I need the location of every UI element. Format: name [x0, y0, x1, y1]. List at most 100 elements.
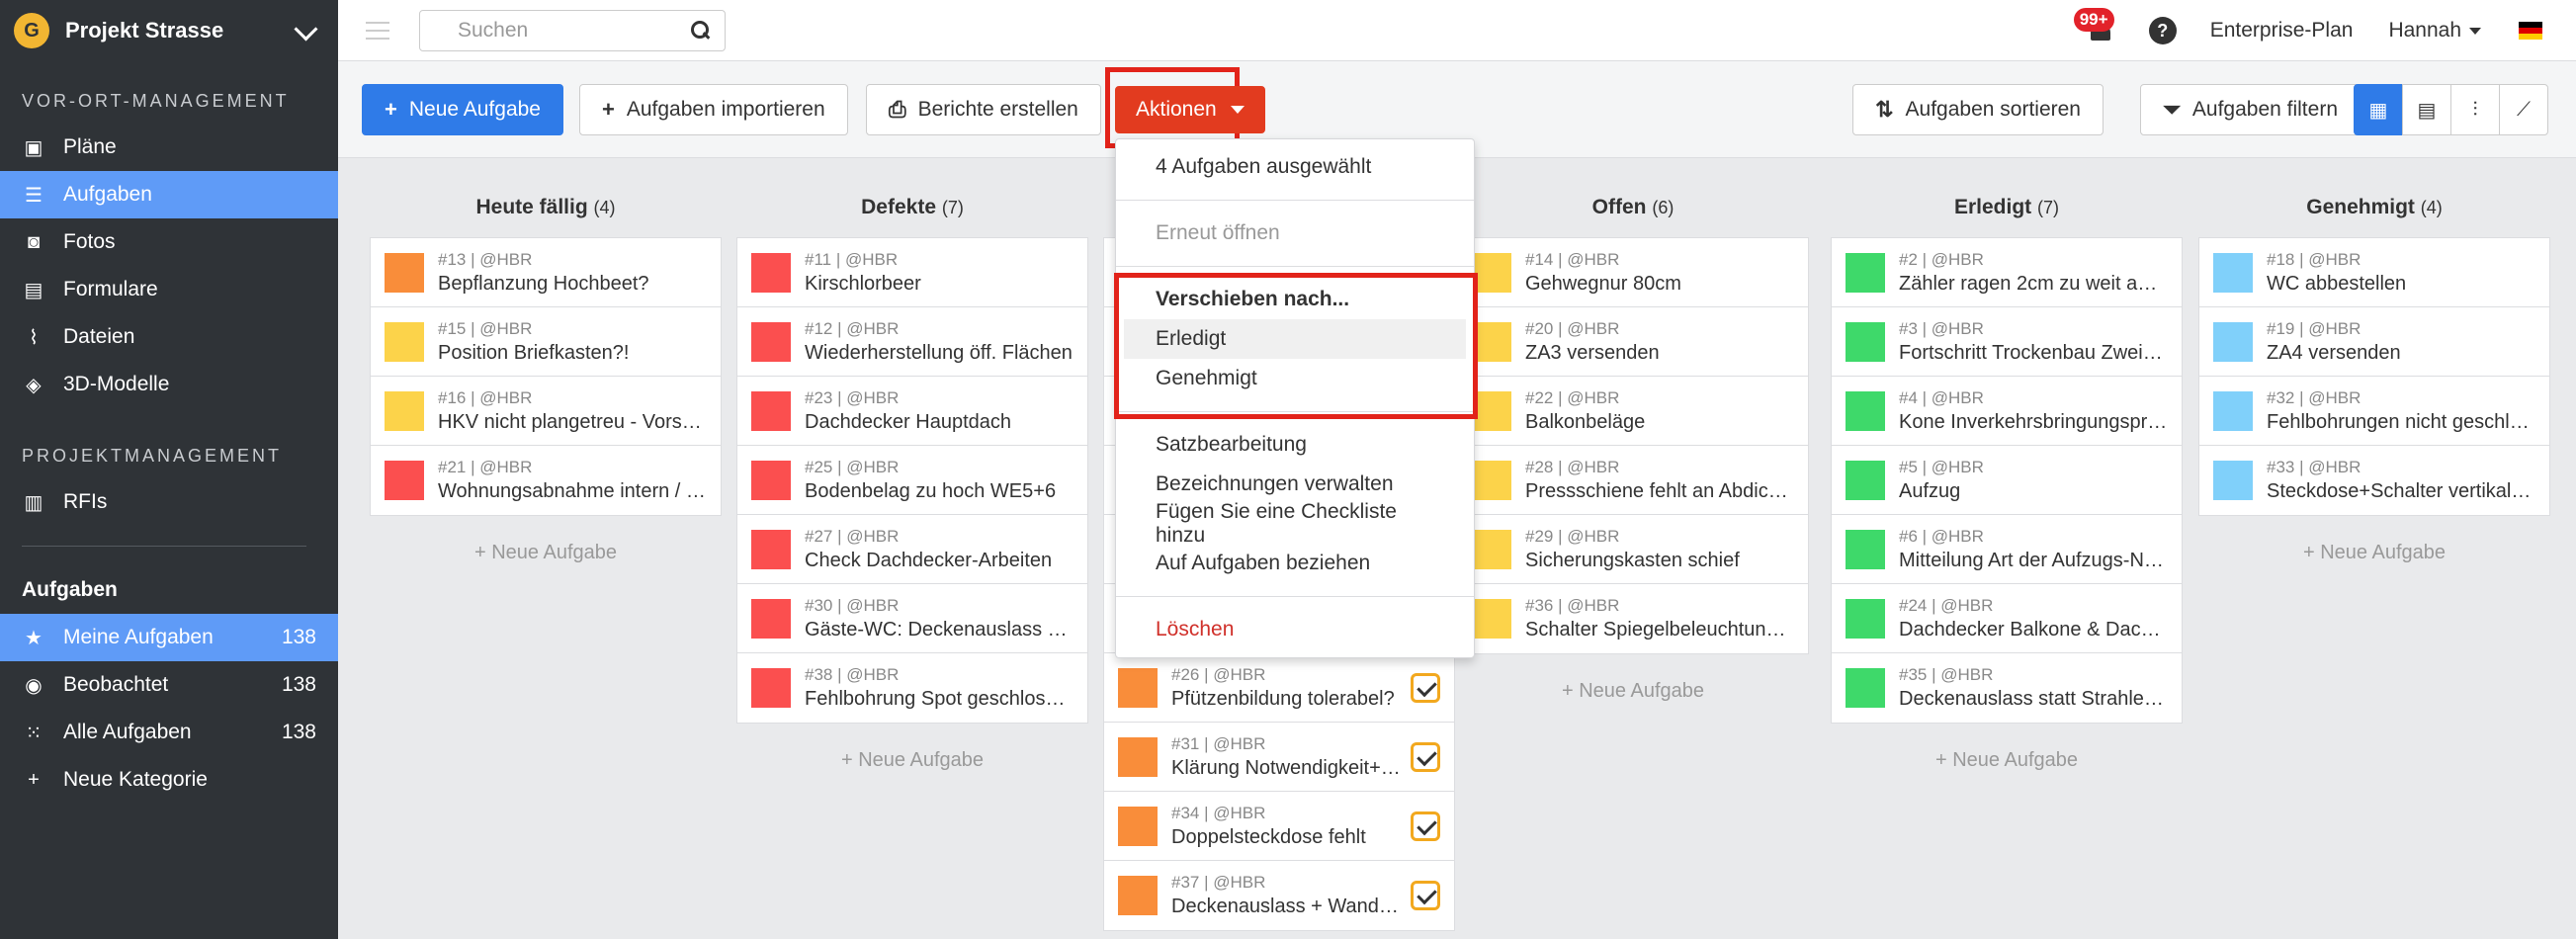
- task-card[interactable]: #15 | @HBR Position Briefkasten?!: [371, 307, 721, 377]
- create-reports-label: Berichte erstellen: [917, 98, 1078, 121]
- card-text: #6 | @HBR Mitteilung Art der Aufzugs-Notr…: [1899, 527, 2168, 572]
- sidebar-task-list: ★ Meine Aufgaben 138 ◉ Beobachtet 138 ⁙ Alle Au…: [0, 614, 338, 804]
- task-card[interactable]: #4 | @HBR Kone Inverkehrsbringungsprüfung: [1832, 377, 2182, 446]
- task-card[interactable]: #13 | @HBR Bepflanzung Hochbeet?: [371, 238, 721, 307]
- user-menu[interactable]: Hannah: [2388, 19, 2481, 43]
- card-title: Klärung Notwendigkeit+Pos: [1171, 756, 1403, 779]
- help-icon[interactable]: ?: [2148, 17, 2177, 44]
- task-card[interactable]: #34 | @HBR Doppelsteckdose fehlt: [1104, 792, 1454, 861]
- sidebar-item-alle-aufgaben[interactable]: ⁙ Alle Aufgaben 138: [0, 709, 338, 756]
- card-meta: #38 | @HBR: [805, 665, 900, 684]
- chart-view-icon[interactable]: ⟋: [2499, 84, 2548, 135]
- task-card[interactable]: #24 | @HBR Dachdecker Balkone & Dachterra…: [1832, 584, 2182, 653]
- task-card[interactable]: #12 | @HBR Wiederherstellung öff. Flächen: [737, 307, 1087, 377]
- actions-button[interactable]: Aktionen: [1115, 86, 1265, 133]
- create-reports-button[interactable]: ⎙ Berichte erstellen: [866, 84, 1101, 135]
- task-card[interactable]: #19 | @HBR ZA4 versenden: [2199, 307, 2549, 377]
- card-text: #31 | @HBR Klärung Notwendigkeit+Pos: [1171, 734, 1403, 780]
- search-icon[interactable]: [691, 20, 711, 41]
- new-task-link[interactable]: + Neue Aufgabe: [2198, 542, 2550, 564]
- gantt-view-icon[interactable]: ⫶: [2450, 84, 2500, 135]
- menu-item-löschen[interactable]: Löschen: [1116, 610, 1474, 649]
- project-switcher[interactable]: G Projekt Strasse: [0, 0, 338, 61]
- sidebar-item-aufgaben[interactable]: ☰ Aufgaben: [0, 171, 338, 218]
- task-card[interactable]: #6 | @HBR Mitteilung Art der Aufzugs-Notr…: [1832, 515, 2182, 584]
- task-card[interactable]: #35 | @HBR Deckenauslass statt Strahler v…: [1832, 653, 2182, 723]
- new-task-button[interactable]: + Neue Aufgabe: [362, 84, 563, 135]
- new-task-link[interactable]: + Neue Aufgabe: [370, 542, 722, 564]
- card-text: #28 | @HBR Pressschiene fehlt an Abdichtu…: [1525, 458, 1794, 503]
- task-card[interactable]: #26 | @HBR Pfützenbildung tolerabel?: [1104, 653, 1454, 723]
- sidebar-item-3d-modelle[interactable]: ◈ 3D-Modelle: [0, 361, 338, 408]
- column-title-text: Genehmigt: [2306, 196, 2415, 218]
- grid-view-icon[interactable]: ▦: [2354, 84, 2403, 135]
- card-text: #13 | @HBR Bepflanzung Hochbeet?: [438, 250, 707, 296]
- task-card[interactable]: #2 | @HBR Zähler ragen 2cm zu weit aus de…: [1832, 238, 2182, 307]
- task-card[interactable]: #5 | @HBR Aufzug: [1832, 446, 2182, 515]
- task-card[interactable]: #18 | @HBR WC abbestellen: [2199, 238, 2549, 307]
- task-card[interactable]: #31 | @HBR Klärung Notwendigkeit+Pos: [1104, 723, 1454, 792]
- column-title: Erledigt (7): [1831, 196, 2183, 227]
- filter-tasks-button[interactable]: ⏷ Aufgaben filtern: [2140, 84, 2361, 135]
- plan-link[interactable]: Enterprise-Plan: [2210, 19, 2354, 43]
- calendar-view-icon[interactable]: ▤: [2402, 84, 2451, 135]
- task-card[interactable]: #28 | @HBR Pressschiene fehlt an Abdichtu…: [1458, 446, 1808, 515]
- sidebar-section-label: VOR-ORT-MANAGEMENT: [22, 91, 290, 111]
- bell-icon[interactable]: 99+: [2073, 8, 2115, 45]
- task-column: Genehmigt (4) #18 | @HBR WC abbestellen #19…: [2198, 196, 2550, 564]
- checkbox-checked-icon[interactable]: [1411, 672, 1440, 703]
- status-swatch: [751, 598, 791, 639]
- new-task-link[interactable]: + Neue Aufgabe: [1457, 680, 1809, 703]
- task-card[interactable]: #21 | @HBR Wohnungsabnahme intern / Resta…: [371, 446, 721, 515]
- sidebar-item-meine-aufgaben[interactable]: ★ Meine Aufgaben 138: [0, 614, 338, 661]
- import-tasks-button[interactable]: + Aufgaben importieren: [579, 84, 848, 135]
- task-card[interactable]: #30 | @HBR Gäste-WC: Deckenauslass über S…: [737, 584, 1087, 653]
- task-card[interactable]: #36 | @HBR Schalter Spiegelbeleuchtung fe…: [1458, 584, 1808, 653]
- task-card[interactable]: #11 | @HBR Kirschlorbeer: [737, 238, 1087, 307]
- task-card[interactable]: #23 | @HBR Dachdecker Hauptdach: [737, 377, 1087, 446]
- task-card[interactable]: #33 | @HBR Steckdose+Schalter vertikal ni…: [2199, 446, 2549, 515]
- checkbox-checked-icon[interactable]: [1411, 741, 1440, 772]
- checkbox-checked-icon[interactable]: [1411, 881, 1440, 910]
- menu-item-fügen-sie-eine-checkliste-hinzu[interactable]: Fügen Sie eine Checkliste hinzu: [1116, 500, 1474, 547]
- task-card[interactable]: #29 | @HBR Sicherungskasten schief: [1458, 515, 1808, 584]
- menu-icon[interactable]: [366, 21, 389, 40]
- new-task-link[interactable]: + Neue Aufgabe: [736, 749, 1088, 772]
- task-card[interactable]: #20 | @HBR ZA3 versenden: [1458, 307, 1808, 377]
- chevron-down-icon[interactable]: [295, 20, 316, 42]
- task-card[interactable]: #25 | @HBR Bodenbelag zu hoch WE5+6: [737, 446, 1087, 515]
- new-task-link[interactable]: + Neue Aufgabe: [1831, 749, 2183, 772]
- task-card[interactable]: #22 | @HBR Balkonbeläge: [1458, 377, 1808, 446]
- task-card[interactable]: #3 | @HBR Fortschritt Trockenbau Zweitbeg…: [1832, 307, 2182, 377]
- task-card[interactable]: #38 | @HBR Fehlbohrung Spot geschlossen?: [737, 653, 1087, 723]
- card-text: #4 | @HBR Kone Inverkehrsbringungsprüfung: [1899, 388, 2168, 434]
- sidebar-item-beobachtet[interactable]: ◉ Beobachtet 138: [0, 661, 338, 709]
- task-card[interactable]: #32 | @HBR Fehlbohrungen nicht geschlosse…: [2199, 377, 2549, 446]
- sidebar-item-pl-ne[interactable]: ▣ Pläne: [0, 124, 338, 171]
- status-swatch: [385, 252, 424, 293]
- task-card[interactable]: #27 | @HBR Check Dachdecker-Arbeiten: [737, 515, 1087, 584]
- german-flag-icon[interactable]: [2519, 22, 2542, 40]
- project-name: Projekt Strasse: [65, 18, 224, 43]
- sidebar-item-neue-kategorie[interactable]: + Neue Kategorie: [0, 756, 338, 804]
- menu-item-auf-aufgaben-beziehen[interactable]: Auf Aufgaben beziehen: [1116, 544, 1474, 583]
- menu-item-satzbearbeitung[interactable]: Satzbearbeitung: [1116, 425, 1474, 465]
- eye-icon: ◉: [25, 674, 43, 697]
- checkbox-checked-icon[interactable]: [1411, 811, 1440, 841]
- sort-tasks-button[interactable]: ⇅ Aufgaben sortieren: [1852, 84, 2104, 135]
- task-card[interactable]: #14 | @HBR Gehwegnur 80cm: [1458, 238, 1808, 307]
- menu-item-bezeichnungen-verwalten[interactable]: Bezeichnungen verwalten: [1116, 465, 1474, 504]
- sidebar-item-formulare[interactable]: ▤ Formulare: [0, 266, 338, 313]
- status-swatch: [2213, 252, 2253, 293]
- card-meta: #12 | @HBR: [805, 318, 900, 338]
- sidebar-item-fotos[interactable]: ◙ Fotos: [0, 218, 338, 266]
- card-text: #15 | @HBR Position Briefkasten?!: [438, 319, 707, 365]
- task-card[interactable]: #16 | @HBR HKV nicht plangetreu - Vorsatz…: [371, 377, 721, 446]
- status-swatch: [1846, 390, 1885, 431]
- card-meta: #2 | @HBR: [1899, 249, 1984, 269]
- sidebar-item-rfis[interactable]: ▥ RFIs: [0, 478, 338, 526]
- task-card[interactable]: #37 | @HBR Deckenauslass + Wandausla: [1104, 861, 1454, 930]
- sidebar-item-dateien[interactable]: ⌇ Dateien: [0, 313, 338, 361]
- search-input[interactable]: Suchen: [419, 9, 726, 51]
- sidebar-item-label: Pläne: [63, 135, 117, 158]
